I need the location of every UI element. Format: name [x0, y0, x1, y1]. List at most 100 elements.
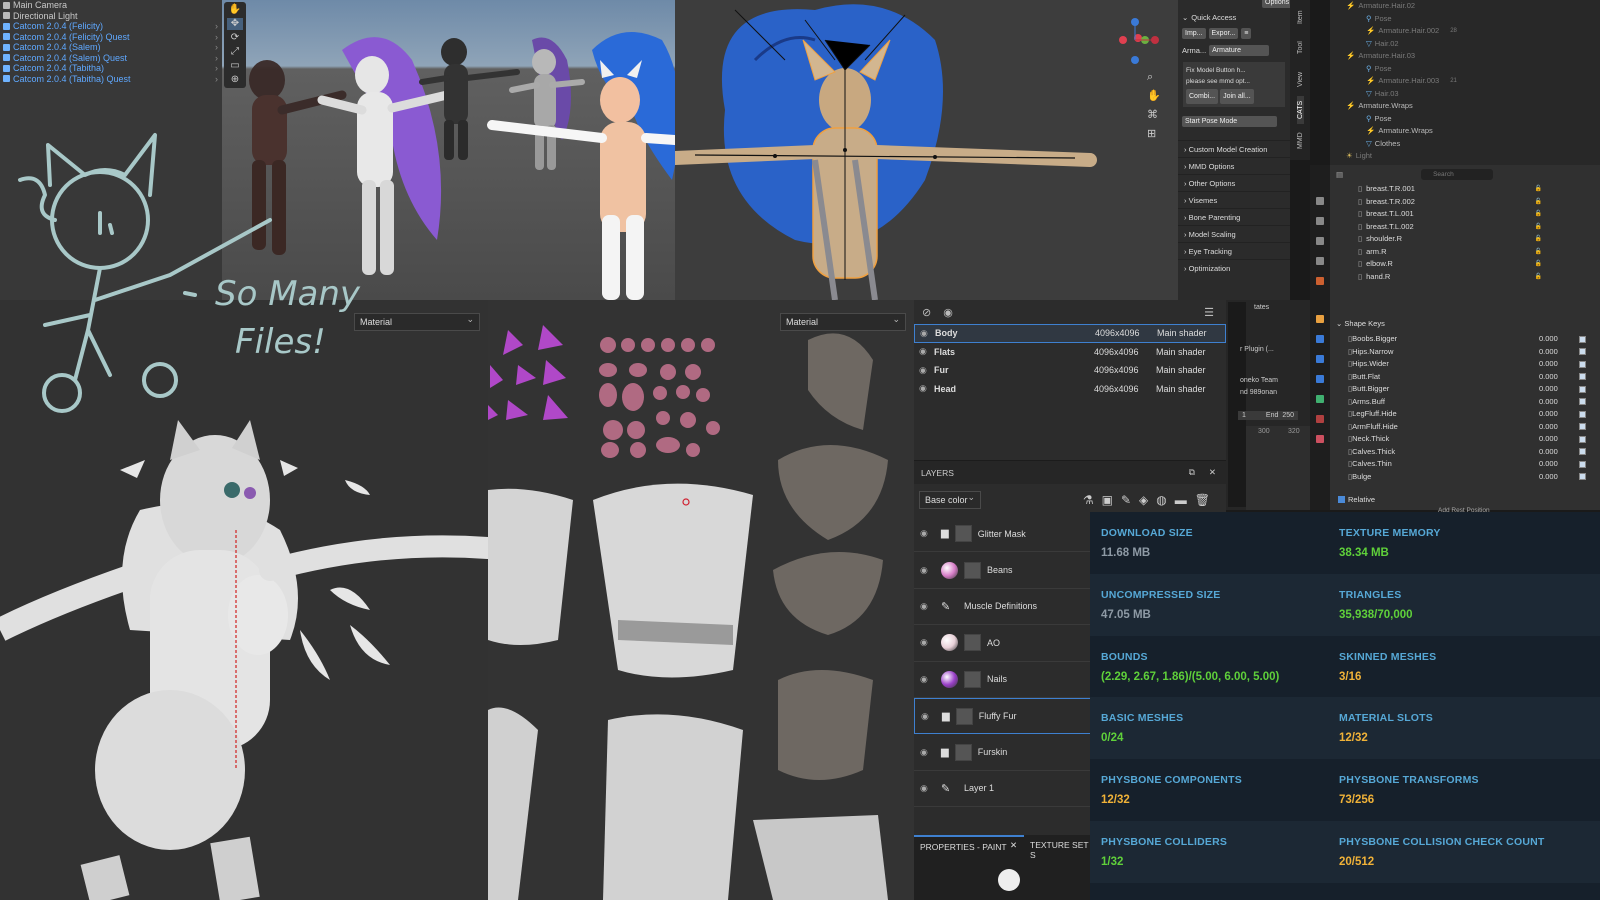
bone-list-item[interactable]: ▯ hand.R 🔓 [1330, 271, 1600, 284]
transform-tool-icon[interactable]: ⊕ [227, 74, 243, 86]
cats-section-header[interactable]: › Optimization [1178, 259, 1290, 276]
bone-list-item[interactable]: ▯ elbow.R 🔓 [1330, 258, 1600, 271]
outliner-row[interactable]: ⚲ Pose [1330, 13, 1600, 26]
hierarchy-item[interactable]: Directional Light [0, 11, 222, 22]
export-button[interactable]: Expor... [1208, 28, 1239, 39]
eye-icon[interactable]: ◉ [920, 674, 930, 685]
shape-key-item[interactable]: ▯ Calves.Thin 0.000 [1330, 458, 1600, 471]
lock-icon[interactable]: 🔓 [1535, 221, 1600, 234]
lock-icon[interactable]: 🔓 [1535, 208, 1600, 221]
shape-key-value[interactable]: 0.000 [1539, 333, 1579, 346]
shape-key-checkbox[interactable] [1579, 348, 1586, 356]
shape-key-checkbox[interactable] [1579, 473, 1586, 481]
options-button[interactable]: Options [1262, 0, 1293, 8]
shape-key-value[interactable]: 0.000 [1539, 458, 1579, 471]
cats-section-header[interactable]: › Eye Tracking [1178, 242, 1290, 259]
bone-list-item[interactable]: ▯ breast.T.R.001 🔓 [1330, 183, 1600, 196]
camera-icon[interactable]: ⌘ [1147, 106, 1161, 125]
properties-type-icon[interactable]: ▤ [1336, 170, 1343, 179]
move-tool-icon[interactable]: ✥ [227, 18, 243, 30]
sidebar-tab[interactable]: MMD [1297, 127, 1304, 155]
shape-key-checkbox[interactable] [1579, 360, 1586, 368]
menu-icon[interactable]: ≡ [1241, 28, 1252, 39]
eye-icon[interactable]: ◉ [919, 383, 929, 394]
eye-icon[interactable]: ◉ [920, 565, 930, 576]
outliner-row[interactable]: ⚡ Armature.Hair.02 [1330, 0, 1600, 13]
join-all-button[interactable]: Join all... [1220, 89, 1254, 104]
hand-tool-icon[interactable]: ✋ [227, 4, 243, 16]
outliner-row[interactable]: ⚲ Pose [1330, 63, 1600, 76]
close-icon[interactable]: ✕ [1209, 467, 1226, 478]
layer-tool-icons[interactable]: ⚗▣✎◈◍▬🗑 [1083, 493, 1226, 507]
shape-key-value[interactable]: 0.000 [1539, 383, 1579, 396]
material-mode-select[interactable]: Material [354, 311, 480, 331]
hierarchy-item[interactable]: Catcom 2.0.4 (Salem) › [0, 42, 222, 53]
texture-set-row[interactable]: ◉ Body 4096x4096 Main shader [914, 324, 1226, 343]
eye-icon[interactable]: ◉ [920, 601, 930, 612]
lock-icon[interactable]: 🔓 [1535, 258, 1600, 271]
cats-section-header[interactable]: › Other Options [1178, 174, 1290, 191]
quick-access-header[interactable]: ⌄ Quick Access [1178, 10, 1290, 25]
outliner-row[interactable]: ⚡ Armature.Wraps [1330, 125, 1600, 138]
shape-key-item[interactable]: ▯ Neck.Thick 0.000 [1330, 433, 1600, 446]
shape-key-checkbox[interactable] [1579, 423, 1586, 431]
close-icon[interactable]: ✕ [1010, 840, 1017, 851]
shape-key-item[interactable]: ▯ LegFluff.Hide 0.000 [1330, 408, 1600, 421]
shape-key-value[interactable]: 0.000 [1539, 421, 1579, 434]
outliner-row[interactable]: ⚡ Armature.Hair.003 21 [1330, 75, 1600, 88]
shape-key-checkbox[interactable] [1579, 448, 1586, 456]
lock-icon[interactable]: 🔓 [1535, 246, 1600, 259]
hierarchy-item[interactable]: Catcom 2.0.4 (Tabitha) › [0, 63, 222, 74]
shape-key-item[interactable]: ▯ Bulge 0.000 [1330, 471, 1600, 484]
bone-list-item[interactable]: ▯ shoulder.R 🔓 [1330, 233, 1600, 246]
bone-list-item[interactable]: ▯ breast.T.L.002 🔓 [1330, 221, 1600, 234]
zoom-icon[interactable]: ⌕ [1147, 68, 1161, 87]
shape-key-value[interactable]: 0.000 [1539, 396, 1579, 409]
tab-texture-set-settings[interactable]: TEXTURE SET S [1030, 840, 1090, 860]
eye-icon[interactable]: ◉ [919, 365, 929, 376]
shape-key-item[interactable]: ▯ Calves.Thick 0.000 [1330, 446, 1600, 459]
relative-checkbox[interactable]: Relative [1330, 495, 1600, 504]
hierarchy-item[interactable]: Main Camera [0, 0, 222, 11]
import-button[interactable]: Imp... [1182, 28, 1206, 39]
shape-key-item[interactable]: ▯ Hips.Wider 0.000 [1330, 358, 1600, 371]
cats-section-header[interactable]: › Visemes [1178, 191, 1290, 208]
hierarchy-item[interactable]: Catcom 2.0.4 (Felicity) Quest › [0, 32, 222, 43]
shape-keys-header[interactable]: ⌄ Shape Keys [1330, 317, 1600, 331]
painter-3d-viewport[interactable]: Material [0, 300, 488, 900]
bone-list-item[interactable]: ▯ arm.R 🔓 [1330, 246, 1600, 259]
link-icon[interactable]: ⊘ [922, 306, 931, 319]
shape-key-value[interactable]: 0.000 [1539, 346, 1579, 359]
eye-icon[interactable]: ◉ [920, 328, 930, 339]
shape-key-item[interactable]: ▯ Arms.Buff 0.000 [1330, 396, 1600, 409]
cats-section-header[interactable]: › MMD Options [1178, 157, 1290, 174]
outliner-row[interactable]: ⚡ Armature.Wraps [1330, 100, 1600, 113]
shape-key-item[interactable]: ▯ Butt.Bigger 0.000 [1330, 383, 1600, 396]
visibility-icon[interactable]: ◉ [943, 306, 953, 319]
shape-key-item[interactable]: ▯ Boobs.Bigger 0.000 [1330, 333, 1600, 346]
shape-key-value[interactable]: 0.000 [1539, 408, 1579, 421]
lock-icon[interactable]: 🔓 [1535, 233, 1600, 246]
shape-key-checkbox[interactable] [1579, 460, 1586, 468]
rotate-tool-icon[interactable]: ⟳ [227, 32, 243, 44]
eye-icon[interactable]: ◉ [921, 711, 931, 722]
shape-key-value[interactable]: 0.000 [1539, 371, 1579, 384]
shape-key-value[interactable]: 0.000 [1539, 471, 1579, 484]
outliner-row[interactable]: ⚡ Armature.Hair.03 [1330, 50, 1600, 63]
shape-key-checkbox[interactable] [1579, 335, 1586, 343]
eye-icon[interactable]: ◉ [920, 747, 930, 758]
tab-properties-paint[interactable]: PROPERTIES - PAINT [920, 842, 1007, 852]
hierarchy-item[interactable]: Catcom 2.0.4 (Salem) Quest › [0, 53, 222, 64]
detach-icon[interactable]: ⧉ [1189, 467, 1209, 478]
sidebar-tab[interactable]: Tool [1297, 34, 1304, 62]
shape-key-value[interactable]: 0.000 [1539, 358, 1579, 371]
shape-key-item[interactable]: ▯ ArmFluff.Hide 0.000 [1330, 421, 1600, 434]
pan-hand-icon[interactable]: ✋ [1147, 87, 1161, 106]
sidebar-tab[interactable]: CATS [1296, 96, 1304, 124]
outliner-row[interactable]: ☀ Light [1330, 150, 1600, 163]
bone-list-item[interactable]: ▯ breast.T.L.001 🔓 [1330, 208, 1600, 221]
painter-2d-uv-viewport[interactable]: Material [488, 300, 914, 900]
texture-set-row[interactable]: ◉ Head 4096x4096 Main shader [914, 380, 1226, 399]
bone-list-item[interactable]: ▯ breast.T.R.002 🔓 [1330, 196, 1600, 209]
search-input[interactable]: Search [1421, 168, 1494, 180]
